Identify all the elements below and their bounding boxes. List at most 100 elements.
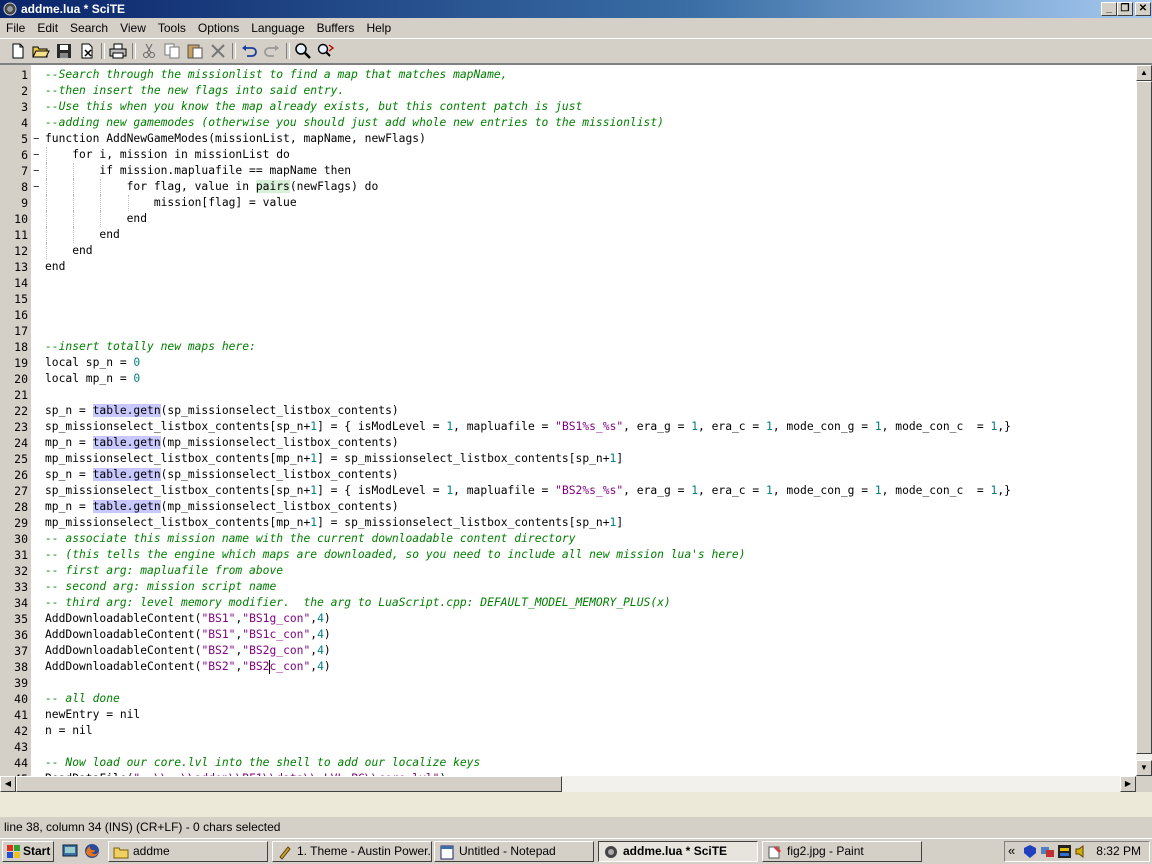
tray-volume-icon[interactable] [1074, 844, 1089, 859]
code-line[interactable]: sp_missionselect_listbox_contents[sp_n+1… [45, 419, 1011, 435]
scite-icon [605, 846, 617, 858]
find-icon[interactable] [293, 42, 313, 60]
fold-margin[interactable]: − − − − [31, 65, 43, 792]
taskbar: Start addme 1. Theme - Austin Power... U… [0, 838, 1152, 864]
tray-chevron-icon[interactable]: « [1008, 843, 1015, 858]
maximize-button[interactable]: ❐ [1117, 2, 1133, 16]
menu-help[interactable]: Help [360, 18, 397, 38]
scroll-left-arrow-icon[interactable]: ◀ [0, 776, 16, 792]
open-icon[interactable] [31, 42, 51, 60]
code-line[interactable]: -- first arg: mapluafile from above [45, 563, 283, 579]
code-line[interactable]: --Search through the missionlist to find… [45, 67, 508, 83]
fold-toggle-icon[interactable]: − [33, 147, 41, 163]
code-line[interactable]: n = nil [45, 723, 93, 739]
task-winamp[interactable]: 1. Theme - Austin Power... [272, 841, 432, 862]
code-line[interactable]: AddDownloadableContent("BS1","BS1c_con",… [45, 627, 331, 643]
code-line[interactable]: sp_n = table.getn(sp_missionselect_listb… [45, 467, 399, 483]
code-line[interactable]: for flag, value in pairs(newFlags) do [45, 179, 378, 195]
redo-icon[interactable] [262, 42, 282, 60]
scroll-down-arrow-icon[interactable]: ▼ [1136, 760, 1152, 776]
code-line[interactable]: --Use this when you know the map already… [45, 99, 582, 115]
show-desktop-icon[interactable] [62, 843, 78, 859]
horizontal-scrollbar[interactable]: ◀ ▶ [0, 776, 1136, 792]
tray-network-icon[interactable] [1040, 844, 1055, 859]
code-line[interactable]: --insert totally new maps here: [45, 339, 256, 355]
code-line[interactable]: function AddNewGameModes(missionList, ma… [45, 131, 426, 147]
fold-toggle-icon[interactable]: − [33, 179, 41, 195]
task-notepad[interactable]: Untitled - Notepad [434, 841, 594, 862]
menu-buffers[interactable]: Buffers [311, 18, 361, 38]
code-line[interactable]: newEntry = nil [45, 707, 140, 723]
close-file-icon[interactable] [77, 42, 97, 60]
vertical-scroll-thumb[interactable] [1136, 81, 1152, 754]
minimize-button[interactable]: _ [1101, 2, 1117, 16]
tray-graphics-icon[interactable] [1057, 844, 1072, 859]
code-line[interactable]: -- associate this mission name with the … [45, 531, 576, 547]
code-line[interactable]: end [45, 243, 92, 259]
code-line[interactable]: -- Now load our core.lvl into the shell … [45, 755, 480, 771]
code-line[interactable]: mission[flag] = value [45, 195, 297, 211]
code-line[interactable]: end [45, 211, 147, 227]
fold-toggle-icon[interactable]: − [33, 163, 41, 179]
cut-icon[interactable] [139, 42, 159, 60]
menu-file[interactable]: File [0, 18, 31, 38]
vertical-scrollbar[interactable]: ▲ ▼ [1136, 65, 1152, 776]
menu-search[interactable]: Search [64, 18, 114, 38]
replace-icon[interactable] [316, 42, 336, 60]
new-icon[interactable] [8, 42, 28, 60]
code-area[interactable]: --Search through the missionlist to find… [45, 67, 1136, 791]
line-number-gutter: 1 2 3 4 5 6 7 8 9 10 11 12 13 14 15 16 17 18 19 20 21 22 23 24 2… [0, 65, 31, 792]
code-line[interactable]: AddDownloadableContent("BS1","BS1g_con",… [45, 611, 331, 627]
task-label: 1. Theme - Austin Power... [297, 844, 432, 858]
scroll-up-arrow-icon[interactable]: ▲ [1136, 65, 1152, 81]
menu-tools[interactable]: Tools [152, 18, 192, 38]
code-line[interactable]: AddDownloadableContent("BS2","BS2g_con",… [45, 643, 331, 659]
task-paint[interactable]: fig2.jpg - Paint [762, 841, 922, 862]
code-line[interactable]: end [45, 227, 119, 243]
code-line[interactable]: local mp_n = 0 [45, 371, 140, 387]
copy-icon[interactable] [162, 42, 182, 60]
line-number: 6 [21, 148, 28, 162]
paste-icon[interactable] [185, 42, 205, 60]
line-number: 28 [14, 500, 28, 514]
print-icon[interactable] [108, 42, 128, 60]
tray-antivirus-icon[interactable] [1023, 844, 1038, 859]
code-line[interactable]: mp_missionselect_listbox_contents[mp_n+1… [45, 515, 623, 531]
code-line[interactable]: AddDownloadableContent("BS2","BS2c_con",… [45, 659, 331, 675]
undo-icon[interactable] [239, 42, 259, 60]
title-bar[interactable]: addme.lua * SciTE _ ❐ ✕ [0, 0, 1152, 18]
toolbar-separator [132, 43, 136, 59]
code-line[interactable]: --adding new gamemodes (otherwise you sh… [45, 115, 664, 131]
line-number: 39 [14, 676, 28, 690]
editor-pane[interactable]: 1 2 3 4 5 6 7 8 9 10 11 12 13 14 15 16 17 18 19 20 21 22 23 24 2… [0, 64, 1152, 792]
save-icon[interactable] [54, 42, 74, 60]
delete-icon[interactable] [208, 42, 228, 60]
scroll-right-arrow-icon[interactable]: ▶ [1120, 776, 1136, 792]
horizontal-scroll-thumb[interactable] [16, 776, 562, 792]
menu-options[interactable]: Options [192, 18, 245, 38]
firefox-icon[interactable] [84, 843, 100, 859]
code-line[interactable]: sp_missionselect_listbox_contents[sp_n+1… [45, 483, 1011, 499]
task-addme-folder[interactable]: addme [108, 841, 268, 862]
clock[interactable]: 8:32 PM [1096, 842, 1141, 861]
close-button[interactable]: ✕ [1135, 2, 1151, 16]
code-line[interactable]: local sp_n = 0 [45, 355, 140, 371]
code-line[interactable]: mp_n = table.getn(mp_missionselect_listb… [45, 499, 399, 515]
code-line[interactable]: end [45, 259, 65, 275]
code-line[interactable]: for i, mission in missionList do [45, 147, 290, 163]
code-line[interactable]: mp_n = table.getn(mp_missionselect_listb… [45, 435, 399, 451]
code-line[interactable]: if mission.mapluafile == mapName then [45, 163, 351, 179]
menu-view[interactable]: View [114, 18, 152, 38]
code-line[interactable]: -- all done [45, 691, 120, 707]
code-line[interactable]: mp_missionselect_listbox_contents[mp_n+1… [45, 451, 623, 467]
code-line[interactable]: -- third arg: level memory modifier. the… [45, 595, 671, 611]
start-button[interactable]: Start [2, 841, 54, 862]
menu-edit[interactable]: Edit [31, 18, 64, 38]
code-line[interactable]: sp_n = table.getn(sp_missionselect_listb… [45, 403, 399, 419]
code-line[interactable]: --then insert the new flags into said en… [45, 83, 344, 99]
fold-toggle-icon[interactable]: − [33, 131, 41, 147]
menu-language[interactable]: Language [245, 18, 310, 38]
task-scite[interactable]: addme.lua * SciTE [598, 841, 758, 862]
code-line[interactable]: -- (this tells the engine which maps are… [45, 547, 746, 563]
code-line[interactable]: -- second arg: mission script name [45, 579, 276, 595]
